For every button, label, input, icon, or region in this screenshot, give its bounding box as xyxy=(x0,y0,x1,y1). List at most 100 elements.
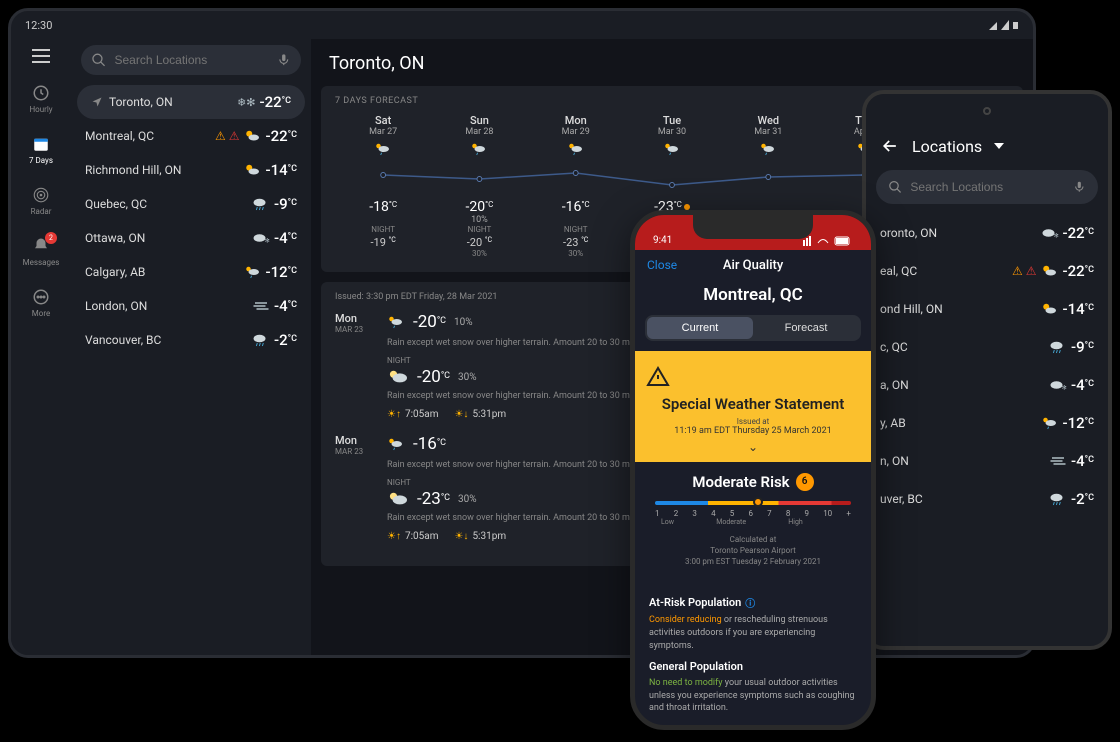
warning-issued-label: Issued at xyxy=(645,417,861,426)
warning-card[interactable]: Special Weather Statement Issued at 11:1… xyxy=(635,351,871,462)
android-phone: Locations oronto, ON ✻-22°C eal, QC ⚠⚠-2… xyxy=(862,90,1112,650)
android-header: Locations xyxy=(866,128,1108,164)
search-row[interactable] xyxy=(81,45,301,75)
sunrise: ☀↑7:05am xyxy=(387,531,438,542)
location-name: Montreal, QC xyxy=(85,129,154,143)
location-temp: -9°C xyxy=(274,195,297,213)
location-name: Ottawa, ON xyxy=(85,231,145,245)
forecast-day[interactable]: Tue Mar 30 xyxy=(624,114,720,157)
info-icon[interactable]: ⓘ xyxy=(745,595,755,610)
location-item[interactable]: London, ON -4°C xyxy=(71,289,311,323)
locations-column: Toronto, ON ❄✻-22°C Montreal, QC ⚠⚠-22°C… xyxy=(71,39,311,655)
nav-messages-label: Messages xyxy=(23,258,60,267)
weather-icon xyxy=(759,141,777,157)
location-name: Calgary, AB xyxy=(85,265,145,279)
location-item[interactable]: y, AB -12°C xyxy=(866,404,1108,442)
back-arrow-icon[interactable] xyxy=(880,136,900,156)
location-temp: -22°C xyxy=(266,127,297,145)
svg-text:✻: ✻ xyxy=(1062,385,1067,392)
ios-phone: 9:41 Close Air Quality Montreal, QC Curr… xyxy=(630,210,876,730)
location-item[interactable]: eal, QC ⚠⚠-22°C xyxy=(866,252,1108,290)
search-input[interactable] xyxy=(114,53,269,67)
nav-messages[interactable]: 2 Messages xyxy=(11,230,71,273)
location-item[interactable]: c, QC -9°C xyxy=(866,328,1108,366)
nav-radar[interactable]: Radar xyxy=(11,179,71,222)
location-temp: -4°C xyxy=(274,297,297,315)
weather-icon xyxy=(567,141,585,157)
high-temp: -20°C 10% xyxy=(431,199,527,225)
high-temp: -18°C xyxy=(335,199,431,225)
location-name: a, ON xyxy=(880,378,909,392)
forecast-day[interactable]: Mon Mar 29 xyxy=(528,114,624,157)
location-temp: -12°C xyxy=(266,263,297,281)
location-name: Toronto, ON xyxy=(109,95,173,109)
risk-panel: Moderate Risk 6 12345678910+ Low Moderat… xyxy=(635,462,871,578)
android-title: Locations xyxy=(912,137,982,156)
android-topbar xyxy=(866,94,1108,128)
seg-forecast[interactable]: Forecast xyxy=(753,317,859,339)
location-item[interactable]: Ottawa, ON ✻-4°C xyxy=(71,221,311,255)
location-item[interactable]: Vancouver, BC -2°C xyxy=(71,323,311,357)
segment-control[interactable]: Current Forecast xyxy=(645,315,861,341)
messages-badge: 2 xyxy=(45,232,57,244)
risk-badge: 6 xyxy=(796,473,814,491)
location-temp: -2°C xyxy=(1071,490,1094,508)
warning-icon xyxy=(645,365,861,389)
weather-icon xyxy=(470,141,488,157)
close-button[interactable]: Close xyxy=(647,258,677,272)
night-temp: NIGHT-23 °C 30% xyxy=(528,225,624,258)
location-item[interactable]: Richmond Hill, ON -14°C xyxy=(71,153,311,187)
weather-icon xyxy=(387,314,405,330)
search-icon xyxy=(888,179,902,195)
location-item[interactable]: Quebec, QC -9°C xyxy=(71,187,311,221)
location-temp: -4°C xyxy=(274,229,297,247)
location-item[interactable]: Toronto, ON ❄✻-22°C xyxy=(77,85,305,119)
nav-hourly[interactable]: Hourly xyxy=(11,77,71,120)
svg-text:✻: ✻ xyxy=(1053,233,1058,240)
risk-scale: 12345678910+ Low Moderate High xyxy=(655,501,851,526)
nav-rail: Hourly 7 Days Radar 2 Messages More xyxy=(11,39,71,655)
weather-icon xyxy=(374,141,392,157)
android-search-input[interactable] xyxy=(910,180,1065,194)
at-risk-text: Consider reducing or rescheduling strenu… xyxy=(649,614,857,652)
location-name: ond Hill, ON xyxy=(880,302,943,316)
calendar-icon xyxy=(31,134,51,154)
forecast-day[interactable]: Sat Mar 27 xyxy=(335,114,431,157)
nav-more-label: More xyxy=(32,309,50,318)
dropdown-icon[interactable] xyxy=(994,141,1004,151)
ios-title: Air Quality xyxy=(723,258,783,273)
search-icon xyxy=(91,52,106,68)
snow-icon: ❄✻ xyxy=(237,96,255,109)
nav-7days[interactable]: 7 Days xyxy=(11,128,71,171)
risk-title: Moderate Risk 6 xyxy=(692,473,813,491)
location-name: London, ON xyxy=(85,299,147,313)
forecast-day[interactable]: Sun Mar 28 xyxy=(431,114,527,157)
calc-info: Calculated at Toronto Pearson Airport 3:… xyxy=(649,534,857,568)
location-temp: -14°C xyxy=(1063,300,1094,318)
camera-icon xyxy=(983,107,991,115)
location-item[interactable]: ond Hill, ON -14°C xyxy=(866,290,1108,328)
location-temp: -14°C xyxy=(266,161,297,179)
location-item[interactable]: oronto, ON ✻-22°C xyxy=(866,214,1108,252)
location-temp: -12°C xyxy=(1063,414,1094,432)
mic-icon[interactable] xyxy=(1073,178,1086,196)
location-item[interactable]: uver, BC -2°C xyxy=(866,480,1108,518)
location-name: y, AB xyxy=(880,416,906,430)
location-name: eal, QC xyxy=(880,264,917,278)
alert-icon: ⚠ xyxy=(215,129,226,143)
nav-menu[interactable] xyxy=(11,43,71,69)
tablet-statusbar: 12:30 xyxy=(11,11,1033,39)
nav-more[interactable]: More xyxy=(11,281,71,324)
forecast-day[interactable]: Wed Mar 31 xyxy=(720,114,816,157)
mic-icon[interactable] xyxy=(277,51,291,69)
location-temp: -4°C xyxy=(1071,376,1094,394)
location-item[interactable]: n, ON -4°C xyxy=(866,442,1108,480)
city-title: Montreal, QC xyxy=(635,285,871,305)
night-temp: NIGHT-19 °C xyxy=(335,225,431,258)
android-search[interactable] xyxy=(876,170,1098,204)
location-item[interactable]: Montreal, QC ⚠⚠-22°C xyxy=(71,119,311,153)
location-item[interactable]: Calgary, AB -12°C xyxy=(71,255,311,289)
seg-current[interactable]: Current xyxy=(647,317,753,339)
location-name: c, QC xyxy=(880,340,908,354)
location-item[interactable]: a, ON ✻ -4°C xyxy=(866,366,1108,404)
